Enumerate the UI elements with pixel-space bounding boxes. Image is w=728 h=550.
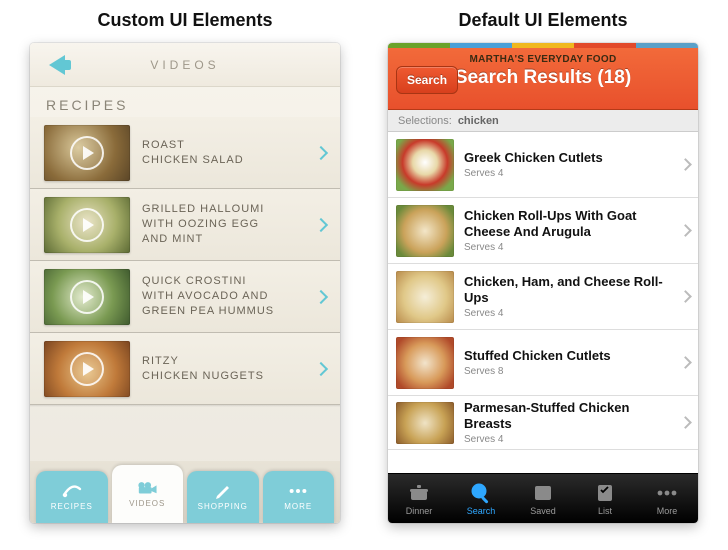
- selections-label: Selections:: [398, 115, 452, 127]
- chevron-right-icon: [679, 416, 692, 429]
- left-header-title: VIDEOS: [150, 58, 219, 72]
- tab-saved[interactable]: Saved: [512, 474, 574, 523]
- tab-label: SHOPPING: [198, 502, 248, 511]
- tab-dinner[interactable]: Dinner: [388, 474, 450, 523]
- chevron-right-icon: [679, 158, 692, 171]
- chevron-right-icon: [314, 145, 328, 159]
- result-name: Chicken Roll-Ups With Goat Cheese And Ar…: [464, 208, 671, 239]
- result-thumb: [396, 337, 454, 389]
- tab-label: VIDEOS: [129, 499, 165, 508]
- result-text: Chicken, Ham, and Cheese Roll-Ups Serves…: [464, 274, 671, 318]
- result-text: Parmesan-Stuffed Chicken Breasts Serves …: [464, 400, 671, 444]
- recipes-section-label: RECIPES: [30, 87, 340, 117]
- result-thumb: [396, 402, 454, 444]
- result-row[interactable]: Chicken Roll-Ups With Goat Cheese And Ar…: [388, 198, 698, 264]
- back-button[interactable]: [40, 51, 74, 79]
- spoon-icon: [62, 483, 82, 499]
- tab-recipes[interactable]: RECIPES: [36, 471, 108, 523]
- tab-more[interactable]: More: [636, 474, 698, 523]
- play-icon: [70, 208, 104, 242]
- result-name: Stuffed Chicken Cutlets: [464, 348, 671, 364]
- list-icon: [593, 482, 617, 504]
- selections-value: chicken: [458, 115, 499, 127]
- result-row[interactable]: Stuffed Chicken Cutlets Serves 8: [388, 330, 698, 396]
- result-text: Chicken Roll-Ups With Goat Cheese And Ar…: [464, 208, 671, 252]
- search-button-label: Search: [407, 73, 447, 87]
- custom-ui-phone: VIDEOS RECIPES ROASTCHICKEN SALAD GRILLE…: [30, 43, 340, 523]
- right-column-title: Default UI Elements: [458, 10, 627, 31]
- app-name: MARTHA'S EVERYDAY FOOD: [388, 54, 698, 65]
- left-column: Custom UI Elements VIDEOS RECIPES ROASTC…: [20, 10, 350, 550]
- recipe-thumb: [44, 197, 130, 253]
- recipe-row[interactable]: ROASTCHICKEN SALAD: [30, 117, 340, 189]
- more-dots-icon: [288, 483, 308, 499]
- play-icon: [70, 280, 104, 314]
- tab-label: MORE: [284, 502, 312, 511]
- result-name: Greek Chicken Cutlets: [464, 150, 671, 166]
- result-serves: Serves 4: [464, 308, 671, 319]
- chevron-right-icon: [679, 224, 692, 237]
- recipe-row[interactable]: GRILLED HALLOUMIWITH OOZING EGGAND MINT: [30, 189, 340, 261]
- result-name: Chicken, Ham, and Cheese Roll-Ups: [464, 274, 671, 305]
- tab-shopping[interactable]: SHOPPING: [187, 471, 259, 523]
- chevron-right-icon: [314, 361, 328, 375]
- recipe-row[interactable]: QUICK CROSTINIWITH AVOCADO ANDGREEN PEA …: [30, 261, 340, 333]
- recipe-thumb: [44, 341, 130, 397]
- tab-label: Dinner: [406, 506, 433, 516]
- tab-label: Saved: [530, 506, 556, 516]
- default-ui-phone: Search MARTHA'S EVERYDAY FOOD Search Res…: [388, 43, 698, 523]
- tab-videos[interactable]: VIDEOS: [112, 465, 184, 523]
- result-serves: Serves 8: [464, 366, 671, 377]
- recipe-thumb: [44, 125, 130, 181]
- result-list: Greek Chicken Cutlets Serves 4 Chicken R…: [388, 132, 698, 473]
- result-name: Parmesan-Stuffed Chicken Breasts: [464, 400, 671, 431]
- result-thumb: [396, 271, 454, 323]
- result-serves: Serves 4: [464, 434, 671, 445]
- recipe-title: GRILLED HALLOUMIWITH OOZING EGGAND MINT: [142, 202, 304, 247]
- video-camera-icon: [137, 480, 157, 496]
- tab-list[interactable]: List: [574, 474, 636, 523]
- left-header: VIDEOS: [30, 43, 340, 87]
- play-icon: [70, 352, 104, 386]
- chevron-right-icon: [679, 356, 692, 369]
- tab-label: More: [657, 506, 678, 516]
- result-row[interactable]: Greek Chicken Cutlets Serves 4: [388, 132, 698, 198]
- recipe-row[interactable]: RITZYCHICKEN NUGGETS: [30, 333, 340, 405]
- result-row[interactable]: Chicken, Ham, and Cheese Roll-Ups Serves…: [388, 264, 698, 330]
- right-header: Search MARTHA'S EVERYDAY FOOD Search Res…: [388, 48, 698, 110]
- result-text: Greek Chicken Cutlets Serves 4: [464, 150, 671, 179]
- result-thumb: [396, 139, 454, 191]
- tab-label: RECIPES: [51, 502, 93, 511]
- tab-search[interactable]: Search: [450, 474, 512, 523]
- result-text: Stuffed Chicken Cutlets Serves 8: [464, 348, 671, 377]
- saved-icon: [531, 482, 555, 504]
- search-icon: [469, 482, 493, 504]
- chevron-right-icon: [679, 290, 692, 303]
- recipe-title: QUICK CROSTINIWITH AVOCADO ANDGREEN PEA …: [142, 274, 304, 319]
- selections-bar: Selections: chicken: [388, 110, 698, 132]
- left-tab-bar: RECIPES VIDEOS SHOPPING MORE: [30, 461, 340, 523]
- left-column-title: Custom UI Elements: [97, 10, 272, 31]
- result-serves: Serves 4: [464, 168, 671, 179]
- recipe-title: ROASTCHICKEN SALAD: [142, 138, 304, 168]
- more-dots-icon: [655, 482, 679, 504]
- result-serves: Serves 4: [464, 242, 671, 253]
- recipe-thumb: [44, 269, 130, 325]
- tab-more[interactable]: MORE: [263, 471, 335, 523]
- ios-tab-bar: Dinner Search Saved List More: [388, 473, 698, 523]
- right-column: Default UI Elements Search MARTHA'S EVER…: [378, 10, 708, 550]
- result-thumb: [396, 205, 454, 257]
- play-icon: [70, 136, 104, 170]
- chevron-right-icon: [314, 217, 328, 231]
- tab-label: Search: [467, 506, 496, 516]
- pencil-icon: [213, 483, 233, 499]
- tab-label: List: [598, 506, 612, 516]
- pot-icon: [407, 482, 431, 504]
- chevron-right-icon: [314, 289, 328, 303]
- recipe-list: ROASTCHICKEN SALAD GRILLED HALLOUMIWITH …: [30, 117, 340, 461]
- recipe-title: RITZYCHICKEN NUGGETS: [142, 354, 304, 384]
- search-button[interactable]: Search: [396, 66, 458, 94]
- back-arrow-icon: [49, 55, 65, 75]
- result-row[interactable]: Parmesan-Stuffed Chicken Breasts Serves …: [388, 396, 698, 450]
